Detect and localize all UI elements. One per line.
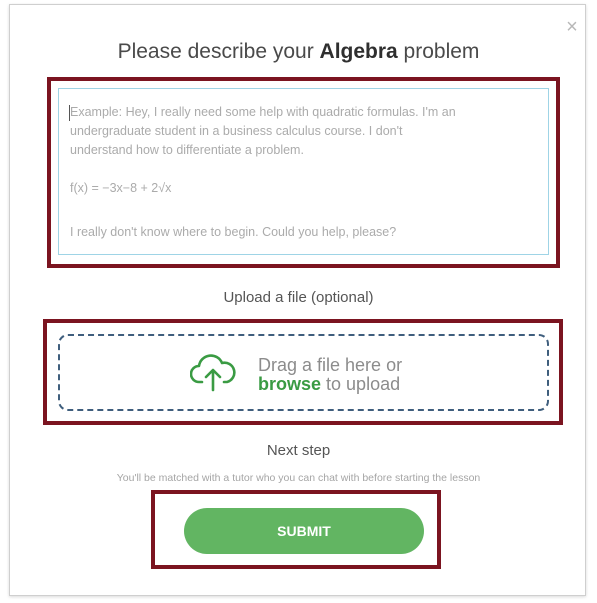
placeholder-line-1: Example: Hey, I really need some help wi… bbox=[70, 105, 456, 119]
placeholder-line-2: undergraduate student in a business calc… bbox=[70, 124, 403, 138]
next-step-description: You'll be matched with a tutor who you c… bbox=[116, 472, 481, 484]
title-prefix: Please describe your bbox=[117, 40, 320, 63]
submit-button[interactable]: SUBMIT bbox=[184, 508, 424, 554]
cloud-upload-icon[interactable] bbox=[190, 352, 236, 392]
upload-label: Upload a file (optional) bbox=[223, 289, 374, 306]
modal-title: Please describe your Algebra problem bbox=[0, 40, 597, 64]
title-subject: Algebra bbox=[319, 40, 398, 63]
drop-instructions-2: browse to upload bbox=[258, 374, 400, 395]
drop-instructions: Drag a file here or bbox=[258, 355, 403, 375]
title-suffix: problem bbox=[397, 40, 480, 63]
close-button[interactable]: × bbox=[564, 16, 580, 38]
close-icon: × bbox=[566, 16, 578, 38]
placeholder-line-4: f(x) = −3x−8 + 2√x bbox=[70, 181, 172, 195]
next-step-heading: Next step bbox=[266, 442, 331, 459]
browse-link[interactable]: browse bbox=[258, 374, 321, 394]
placeholder-line-5: I really don't know where to begin. Coul… bbox=[70, 225, 397, 239]
placeholder-line-3: understand how to differentiate a proble… bbox=[70, 143, 304, 157]
drop-suffix: to upload bbox=[321, 374, 401, 394]
